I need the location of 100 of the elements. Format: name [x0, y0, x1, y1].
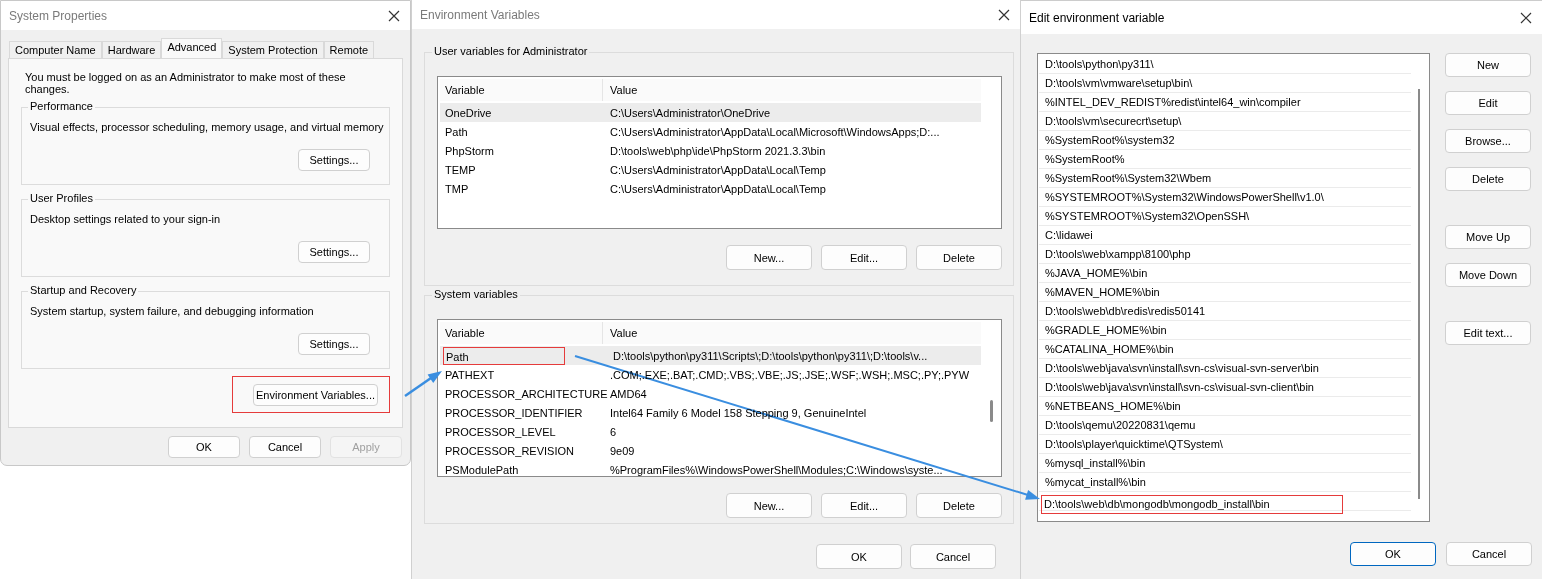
table-row[interactable]: Path D:\tools\python\py311\Scripts\;D:\tools\python\py311\;D:\tools\v...	[440, 346, 981, 365]
list-item[interactable]: %GRADLE_HOME%\bin	[1039, 321, 1411, 340]
dialog-button[interactable]: OK	[1350, 542, 1436, 566]
environment-variables-button[interactable]: Environment Variables...	[253, 384, 378, 406]
list-item[interactable]: %NETBEANS_HOME%\bin	[1039, 397, 1411, 416]
item-text: %JAVA_HOME%\bin	[1045, 267, 1148, 279]
list-item[interactable]: D:\tools\python\py311\	[1039, 55, 1411, 74]
scrollbar-thumb[interactable]	[990, 400, 993, 422]
list-item[interactable]: %SYSTEMROOT%\System32\WindowsPowerShell\v1.0\	[1039, 188, 1411, 207]
dialog-button[interactable]: Move Down	[1445, 263, 1531, 287]
list-item[interactable]: D:\tools\web\db\mongodb\mongodb_install\bin	[1039, 492, 1411, 511]
item-text: D:\tools\player\quicktime\QTSystem\	[1045, 438, 1223, 450]
settings-button[interactable]: Settings...	[298, 333, 370, 355]
dialog-button[interactable]: Cancel	[1446, 542, 1532, 566]
list-item[interactable]: %MAVEN_HOME%\bin	[1039, 283, 1411, 302]
list-item[interactable]: %mysql_install%\bin	[1039, 454, 1411, 473]
group-description: Desktop settings related to your sign-in	[30, 213, 222, 227]
table-cell-text: C:\Users\Administrator\AppData\Local\Microsoft\WindowsApps;D:...	[609, 125, 941, 138]
list-item[interactable]: %CATALINA_HOME%\bin	[1039, 340, 1411, 359]
column-header[interactable]: Value	[603, 322, 981, 344]
list-item[interactable]: D:\tools\web\java\svn\install\svn-cs\visual-svn-server\bin	[1039, 359, 1411, 378]
settings-button[interactable]: Settings...	[298, 241, 370, 263]
dialog-button[interactable]: New	[1445, 53, 1531, 77]
close-icon[interactable]	[388, 9, 400, 22]
dialog-button[interactable]: Delete	[916, 493, 1002, 518]
table-row[interactable]: PROCESSOR_ARCHITECTURE AMD64	[440, 384, 981, 403]
list-item[interactable]: C:\lidawei	[1039, 226, 1411, 245]
list-item[interactable]: %JAVA_HOME%\bin	[1039, 264, 1411, 283]
item-text: D:\tools\web\xampp\8100\php	[1045, 248, 1191, 260]
close-icon[interactable]	[998, 8, 1010, 21]
list-item[interactable]: %mycat_install%\bin	[1039, 473, 1411, 492]
dialog-button[interactable]: Edit	[1445, 91, 1531, 115]
window-title: Environment Variables	[420, 7, 540, 22]
item-text: %SystemRoot%	[1045, 153, 1125, 165]
scrollbar-thumb[interactable]	[1418, 89, 1420, 499]
item-text: %GRADLE_HOME%\bin	[1045, 324, 1167, 336]
table-row[interactable]: PSModulePath %ProgramFiles%\WindowsPowerShell\Modules;C:\Windows\syste...	[440, 460, 981, 476]
table-cell-text: PROCESSOR_IDENTIFIER	[444, 406, 584, 419]
item-text: D:\tools\python\py311\	[1045, 58, 1154, 70]
group-title: System variables	[432, 288, 520, 300]
item-text: D:\tools\web\java\svn\install\svn-cs\visual-svn-server\bin	[1045, 362, 1319, 374]
settings-button[interactable]: Settings...	[298, 149, 370, 171]
list-item[interactable]: D:\tools\player\quicktime\QTSystem\	[1039, 435, 1411, 454]
dialog-button[interactable]: Cancel	[249, 436, 321, 458]
table-row[interactable]: TMP C:\Users\Administrator\AppData\Local\Temp	[440, 179, 981, 198]
list-item[interactable]: D:\tools\web\java\svn\install\svn-cs\visual-svn-client\bin	[1039, 378, 1411, 397]
list-item[interactable]: D:\tools\vm\vmware\setup\bin\	[1039, 74, 1411, 93]
table-row[interactable]: Path C:\Users\Administrator\AppData\Local\Microsoft\WindowsApps;D:...	[440, 122, 981, 141]
table-cell-text: 6	[609, 425, 618, 438]
dialog-button[interactable]: Cancel	[910, 544, 996, 569]
tab[interactable]: Advanced	[161, 38, 223, 60]
list-item[interactable]: D:\tools\web\db\redis\redis50141	[1039, 302, 1411, 321]
list-item[interactable]: D:\tools\vm\securecrt\setup\	[1039, 112, 1411, 131]
dialog-button[interactable]: New...	[726, 493, 812, 518]
table-row[interactable]: PhpStorm D:\tools\web\php\ide\PhpStorm 2021.3.3\bin	[440, 141, 981, 160]
table-cell-text: D:\tools\web\php\ide\PhpStorm 2021.3.3\bin	[609, 144, 827, 157]
item-text: %mysql_install%\bin	[1045, 457, 1146, 469]
tab[interactable]: Computer Name	[9, 41, 102, 60]
dialog-button[interactable]: Delete	[1445, 167, 1531, 191]
list-item[interactable]: D:\tools\qemu\20220831\qemu	[1039, 416, 1411, 435]
item-text: D:\tools\web\db\redis\redis50141	[1045, 305, 1206, 317]
table-row[interactable]: PROCESSOR_LEVEL 6	[440, 422, 981, 441]
table-cell-text: C:\Users\Administrator\AppData\Local\Temp	[609, 182, 827, 195]
group-title: Startup and Recovery	[28, 284, 139, 296]
item-text: %NETBEANS_HOME%\bin	[1045, 400, 1181, 412]
column-header[interactable]: Variable	[440, 79, 603, 101]
dialog-button[interactable]: OK	[816, 544, 902, 569]
list-item[interactable]: D:\tools\web\xampp\8100\php	[1039, 245, 1411, 264]
item-text: %CATALINA_HOME%\bin	[1045, 343, 1174, 355]
table-row[interactable]: PROCESSOR_REVISION 9e09	[440, 441, 981, 460]
list-item[interactable]: %SystemRoot%\System32\Wbem	[1039, 169, 1411, 188]
table-cell-text: PSModulePath	[444, 463, 520, 476]
dialog-button[interactable]: Edit...	[821, 493, 907, 518]
table-cell-text: TMP	[444, 182, 470, 195]
item-text: D:\tools\qemu\20220831\qemu	[1045, 419, 1196, 431]
item-text: %SystemRoot%\system32	[1045, 134, 1175, 146]
dialog-button[interactable]: Edit text...	[1445, 321, 1531, 345]
table-cell-text: TEMP	[444, 163, 477, 176]
dialog-button[interactable]: New...	[726, 245, 812, 270]
table-cell-text: C:\Users\Administrator\OneDrive	[609, 106, 772, 119]
dialog-button[interactable]: Browse...	[1445, 129, 1531, 153]
table-cell-text: Path	[444, 125, 469, 138]
list-item[interactable]: %SystemRoot%\system32	[1039, 131, 1411, 150]
dialog-button[interactable]: Delete	[916, 245, 1002, 270]
dialog-button[interactable]: OK	[168, 436, 240, 458]
list-item[interactable]: %SYSTEMROOT%\System32\OpenSSH\	[1039, 207, 1411, 226]
table-row[interactable]: OneDrive C:\Users\Administrator\OneDrive	[440, 103, 981, 122]
table-cell-text: PATHEXT	[444, 368, 496, 381]
item-text: D:\tools\vm\vmware\setup\bin\	[1045, 77, 1193, 89]
window-title: System Properties	[9, 8, 108, 23]
column-header[interactable]: Value	[603, 79, 981, 101]
arrow	[404, 371, 442, 398]
list-item[interactable]: %SystemRoot%	[1039, 150, 1411, 169]
dialog-button[interactable]: Move Up	[1445, 225, 1531, 249]
close-icon[interactable]	[1520, 11, 1532, 24]
dialog-button[interactable]: Edit...	[821, 245, 907, 270]
table-cell-text: 9e09	[609, 444, 636, 457]
column-header[interactable]: Variable	[440, 322, 603, 344]
table-row[interactable]: TEMP C:\Users\Administrator\AppData\Local\Temp	[440, 160, 981, 179]
list-item[interactable]: %INTEL_DEV_REDIST%redist\intel64_win\compiler	[1039, 93, 1411, 112]
